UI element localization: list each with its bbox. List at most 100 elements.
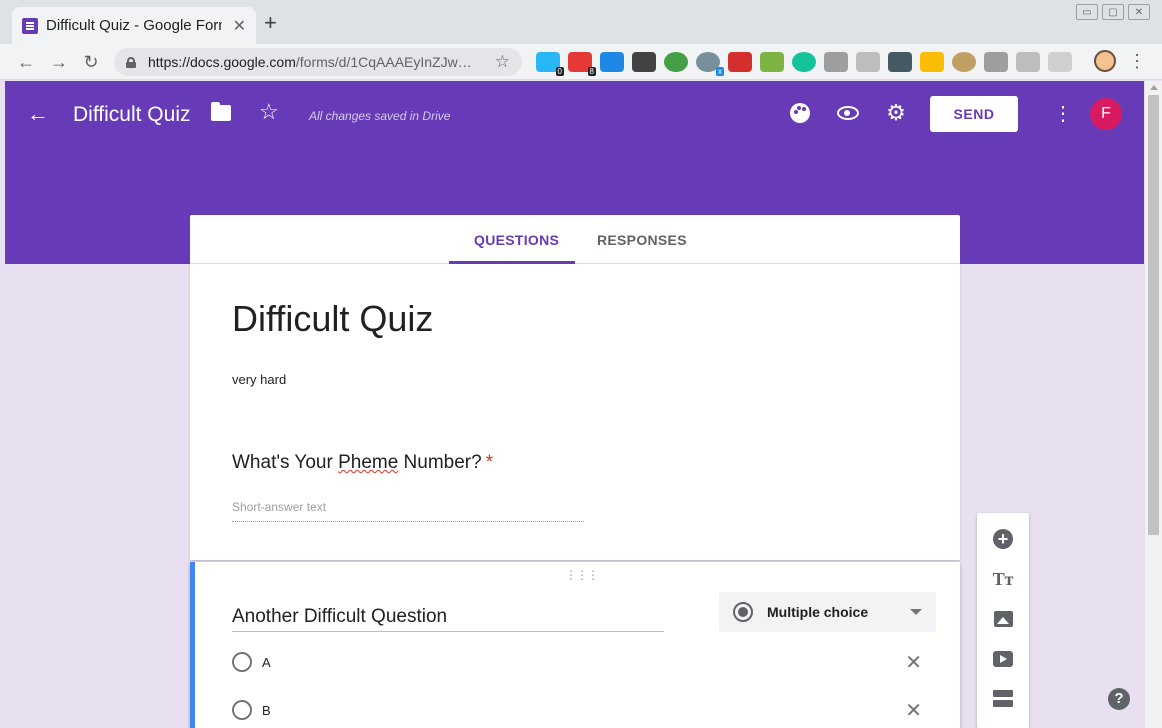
google-drive-icon[interactable] xyxy=(920,52,944,72)
send-button[interactable]: SEND xyxy=(930,96,1018,132)
option-radio[interactable] xyxy=(232,700,252,720)
url-host: https://docs.google.com xyxy=(148,54,296,70)
editor-tabs: QUESTIONS RESPONSES xyxy=(190,215,960,264)
window-controls: ▭ ▢ ✕ xyxy=(1076,4,1150,20)
forms-editor: ← Difficult Quiz ☆ All changes saved in … xyxy=(5,81,1144,728)
question-2-card[interactable]: ⋮⋮⋮ Another Difficult Question Multiple … xyxy=(190,562,960,728)
extension-icon-16[interactable] xyxy=(1016,52,1040,72)
option-label[interactable]: A xyxy=(262,655,905,670)
add-title-icon[interactable]: Tт xyxy=(991,567,1015,591)
add-image-icon[interactable] xyxy=(991,607,1015,631)
address-bar[interactable]: https://docs.google.com/forms/d/1CqAAAEy… xyxy=(114,48,522,76)
account-avatar[interactable]: F xyxy=(1090,98,1122,130)
new-tab-button[interactable]: + xyxy=(264,12,277,34)
save-status: All changes saved in Drive xyxy=(309,109,451,123)
browser-toolbar: ← → ↻ https://docs.google.com/forms/d/1C… xyxy=(0,44,1162,80)
extension-badge: 8 xyxy=(587,67,596,76)
option-row: A ✕ xyxy=(232,650,922,674)
more-options-icon[interactable]: ⋮ xyxy=(1053,101,1073,126)
video-shape xyxy=(993,651,1013,667)
star-icon[interactable]: ☆ xyxy=(259,99,279,125)
minimize-button[interactable]: ▭ xyxy=(1076,4,1098,20)
question-2-title-input[interactable]: Another Difficult Question xyxy=(232,606,664,632)
extension-icon-2[interactable]: 8 xyxy=(568,52,596,76)
extension-icon-17[interactable] xyxy=(1048,52,1072,72)
grammarly-icon[interactable] xyxy=(792,52,816,72)
short-answer-placeholder: Short-answer text xyxy=(232,500,584,522)
plus-shape: + xyxy=(993,529,1013,549)
form-card: Difficult Quiz very hard What's Your Phe… xyxy=(190,264,960,560)
forms-favicon-icon xyxy=(22,17,38,34)
section-shape xyxy=(993,690,1013,708)
page-scrollbar[interactable] xyxy=(1144,81,1162,728)
extension-icon-8[interactable] xyxy=(760,52,784,72)
forward-arrow-icon[interactable]: → xyxy=(47,50,71,74)
close-tab-icon[interactable]: ✕ xyxy=(233,16,246,36)
browser-tab[interactable]: Difficult Quiz - Google Forms ✕ xyxy=(12,7,256,44)
settings-gear-icon[interactable]: ⚙ xyxy=(884,101,908,125)
extensions-row: 0 8 x xyxy=(536,52,1072,76)
required-asterisk: * xyxy=(485,452,494,473)
extension-icon-14[interactable] xyxy=(952,52,976,72)
remove-option-icon[interactable]: ✕ xyxy=(905,698,922,723)
q1-title-part: Number? xyxy=(398,452,482,473)
add-section-icon[interactable] xyxy=(991,687,1015,711)
add-question-icon[interactable]: + xyxy=(991,527,1015,551)
tab-responses[interactable]: RESPONSES xyxy=(597,232,687,248)
folder-icon[interactable] xyxy=(211,102,231,121)
drag-handle-icon[interactable]: ⋮⋮⋮ xyxy=(565,568,599,582)
scroll-up-arrow-icon[interactable] xyxy=(1150,85,1158,90)
palette-icon[interactable] xyxy=(788,101,812,125)
scrollbar-thumb[interactable] xyxy=(1148,95,1159,535)
palette-shape xyxy=(790,103,810,123)
text-size-shape: Tт xyxy=(992,568,1014,589)
help-icon[interactable]: ? xyxy=(1108,688,1130,710)
question-type-label: Multiple choice xyxy=(767,604,869,620)
back-arrow-icon[interactable]: ← xyxy=(27,101,49,127)
option-label[interactable]: B xyxy=(262,703,905,718)
dropdown-arrow-icon xyxy=(910,609,922,615)
url-path: /forms/d/1CqAAAEyInZJw… xyxy=(295,54,472,70)
bookmark-star-icon[interactable]: ☆ xyxy=(495,52,510,72)
form-title[interactable]: Difficult Quiz xyxy=(232,298,433,340)
close-window-button[interactable]: ✕ xyxy=(1128,4,1150,20)
browser-tab-strip: Difficult Quiz - Google Forms ✕ + ▭ ▢ ✕ xyxy=(0,0,1162,44)
form-description[interactable]: very hard xyxy=(232,372,286,387)
extension-icon-4[interactable] xyxy=(632,52,656,72)
remove-option-icon[interactable]: ✕ xyxy=(905,650,922,675)
question-type-dropdown[interactable]: Multiple choice xyxy=(719,592,936,632)
extension-icon-5[interactable] xyxy=(664,52,688,72)
extension-icon-1[interactable]: 0 xyxy=(536,52,564,76)
floating-toolbar: + Tт xyxy=(977,513,1029,728)
profile-avatar-icon[interactable] xyxy=(1094,50,1116,72)
extension-icon-12[interactable] xyxy=(888,52,912,72)
url-text: https://docs.google.com/forms/d/1CqAAAEy… xyxy=(148,54,487,70)
extension-icon-10[interactable] xyxy=(824,52,848,72)
header-title[interactable]: Difficult Quiz xyxy=(73,103,190,127)
lock-icon xyxy=(126,56,136,68)
add-video-icon[interactable] xyxy=(991,647,1015,671)
extension-badge: 0 xyxy=(555,67,564,76)
back-arrow-icon[interactable]: ← xyxy=(14,50,38,74)
q1-title-part: What's Your xyxy=(232,452,339,473)
image-shape xyxy=(993,611,1013,627)
eyedropper-extension-icon[interactable] xyxy=(600,52,624,72)
extension-badge: x xyxy=(716,67,724,76)
extension-icon-6[interactable]: x xyxy=(696,52,724,76)
extension-icon-7[interactable] xyxy=(728,52,752,72)
extension-icon-11[interactable] xyxy=(856,52,880,72)
reload-icon[interactable]: ↻ xyxy=(79,50,103,74)
radio-button-icon xyxy=(733,602,753,622)
tab-title: Difficult Quiz - Google Forms xyxy=(46,17,222,34)
tab-questions[interactable]: QUESTIONS xyxy=(474,232,559,248)
preview-eye-icon[interactable] xyxy=(836,101,860,125)
eye-shape xyxy=(837,106,859,120)
option-row: B ✕ xyxy=(232,698,922,722)
extension-icon-15[interactable] xyxy=(984,52,1008,72)
maximize-button[interactable]: ▢ xyxy=(1102,4,1124,20)
misspelled-word: Pheme xyxy=(338,452,399,473)
browser-menu-icon[interactable]: ⋮ xyxy=(1128,51,1146,72)
gear-glyph: ⚙ xyxy=(886,100,906,125)
option-radio[interactable] xyxy=(232,652,252,672)
question-1-title[interactable]: What's Your Pheme Number? * xyxy=(232,452,493,474)
